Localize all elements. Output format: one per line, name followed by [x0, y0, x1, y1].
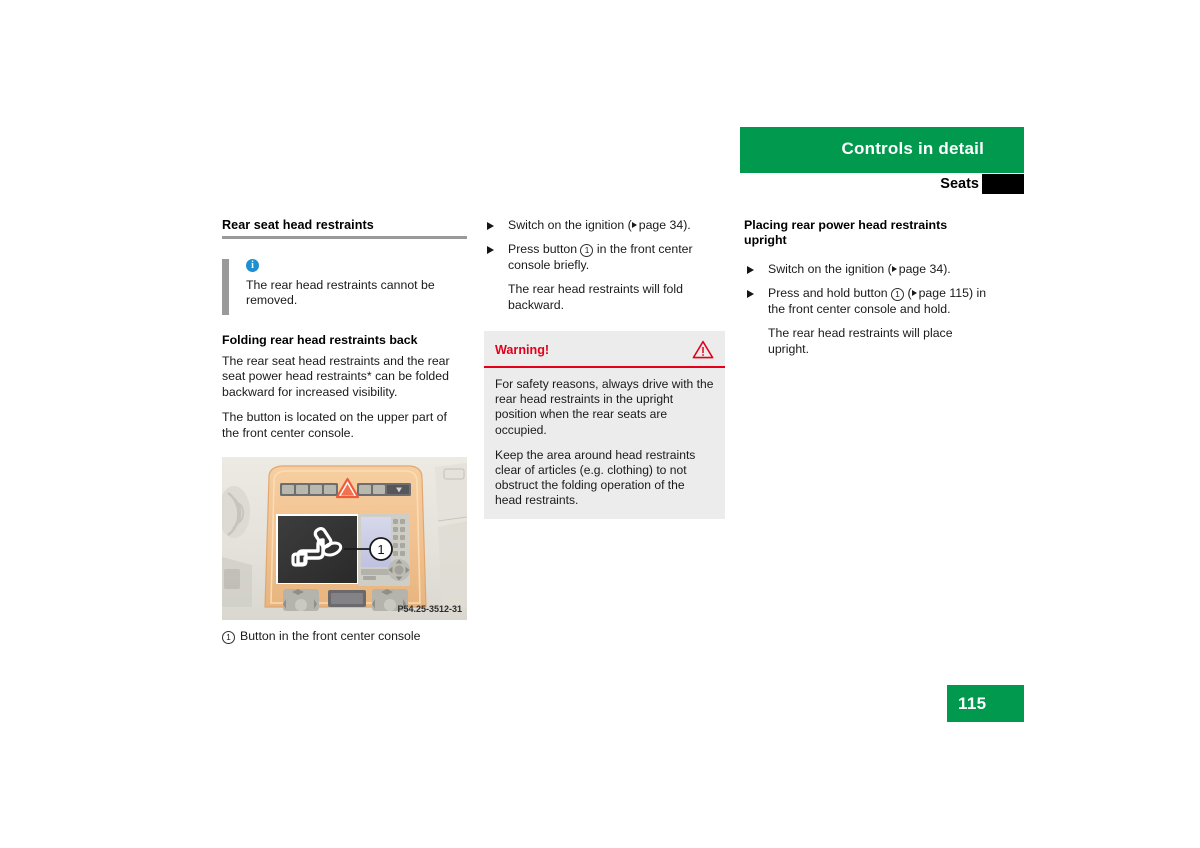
subsection-title-folding: Folding rear head restraints back — [222, 333, 418, 347]
info-note-text: The rear head restraints cannot be remov… — [246, 278, 435, 308]
reference-triangle-icon — [631, 222, 637, 228]
list-item: Press button 1 in the front center conso… — [484, 242, 729, 273]
folding-steps-list: Switch on the ignition ( page 34). Press … — [484, 218, 729, 273]
list-item: Press and hold button 1 (page 115) in th… — [744, 286, 989, 317]
info-icon: i — [246, 259, 259, 272]
info-note: i The rear head restraints cannot be rem… — [222, 259, 467, 315]
warning-title: Warning! — [495, 343, 550, 358]
subsection-title-upright: Placing rear power head restraints uprig… — [744, 218, 948, 247]
warning-paragraph-2: Keep the area around head restraints cle… — [495, 447, 696, 508]
header-subtitle: Seats — [940, 176, 979, 192]
step-text-middle: ( — [904, 286, 912, 301]
warning-paragraph-1: For safety reasons, always drive with th… — [495, 377, 714, 437]
triangle-bullet-icon — [487, 222, 494, 230]
step-text: Press button — [508, 242, 581, 257]
reference-triangle-icon — [911, 290, 917, 297]
page-number-tab: 115 — [947, 685, 1024, 722]
page-title: Rear seat head restraints — [222, 218, 374, 232]
step-reference: page 34 — [638, 218, 684, 232]
header-black-tab — [982, 174, 1024, 194]
manual-page: Controls in detail Seats Rear seat head … — [0, 0, 1200, 848]
header-subtitle-row: Seats — [740, 173, 1024, 197]
right-column: Placing rear power head restraints uprig… — [744, 218, 989, 366]
step-text: Switch on the ignition ( — [508, 218, 632, 232]
title-underline — [222, 236, 467, 239]
step-reference: page 115 — [918, 286, 969, 301]
warning-header: Warning! — [484, 340, 725, 366]
step-text: Switch on the ignition ( — [768, 262, 892, 276]
folding-result-text: The rear head restraints will fold backw… — [508, 282, 683, 312]
step-text-after: ). — [943, 262, 951, 276]
step-text: Press and hold button — [768, 286, 892, 301]
upright-result-text: The rear head restraints will place upri… — [768, 326, 953, 356]
figure-caption: 1 Button in the front center console — [222, 629, 467, 645]
paragraph-folding-2: The button is located on the upper part … — [222, 410, 447, 440]
triangle-bullet-icon — [487, 246, 494, 255]
step-circled-number: 1 — [580, 243, 594, 257]
triangle-bullet-icon — [747, 290, 754, 299]
warning-divider — [484, 366, 725, 369]
figure-caption-text: Button in the front center console — [240, 629, 421, 644]
step-reference: page 34 — [898, 262, 944, 276]
list-item: Switch on the ignition ( page 34). — [744, 262, 989, 277]
middle-column: Switch on the ignition ( page 34). Press … — [484, 218, 729, 519]
left-column: Rear seat head restraints i The rear hea… — [222, 218, 467, 645]
page-number: 115 — [958, 694, 987, 713]
upright-steps-list: Switch on the ignition ( page 34). Press … — [744, 262, 989, 317]
note-side-bar — [222, 259, 229, 315]
header-title: Controls in detail — [841, 139, 984, 158]
triangle-bullet-icon — [747, 266, 754, 274]
reference-triangle-icon — [891, 266, 897, 272]
figure-code: P54.25-3512-31 — [397, 604, 462, 614]
figure-callout-1: 1 — [377, 542, 384, 557]
warning-box: Warning! For safety reasons, always driv… — [484, 331, 725, 519]
warning-triangle-icon — [692, 340, 714, 359]
paragraph-folding-1: The rear seat head restraints and the re… — [222, 354, 450, 399]
step-text-after: ). — [683, 218, 691, 232]
center-console-illustration: 1 P54.25-3512-31 — [222, 457, 467, 621]
caption-circled-number: 1 — [222, 631, 235, 645]
list-item: Switch on the ignition ( page 34). — [484, 218, 729, 233]
header-green-bar: Controls in detail — [740, 127, 1024, 173]
figure-center-console: 1 P54.25-3512-31 1 Button in the front c… — [222, 457, 467, 645]
page-header: Controls in detail Seats — [740, 127, 1024, 194]
step-circled-number: 1 — [891, 287, 905, 301]
